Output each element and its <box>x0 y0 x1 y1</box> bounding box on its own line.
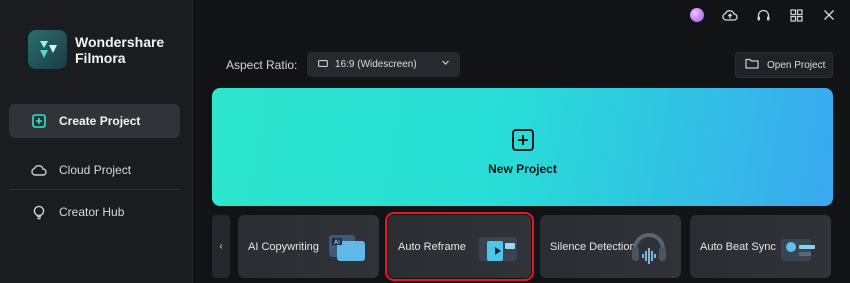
add-square-icon <box>31 113 47 129</box>
topbar <box>686 6 840 24</box>
close-icon[interactable] <box>818 6 840 24</box>
silence-detection-thumbnail-icon <box>625 223 673 271</box>
new-project-button[interactable]: New Project <box>212 88 833 206</box>
feature-card-ai-copywriting[interactable]: AI Copywriting AI <box>238 215 379 278</box>
feature-card-auto-reframe[interactable]: Auto Reframe <box>385 212 534 281</box>
sidebar-item-creator-hub[interactable]: Creator Hub <box>9 195 180 229</box>
feature-card-label: AI Copywriting <box>248 240 319 253</box>
filmora-logo-icon <box>28 30 67 69</box>
brand-line1: Wondershare <box>75 33 165 50</box>
sidebar-item-label: Creator Hub <box>59 205 125 219</box>
folder-icon <box>745 58 759 72</box>
sidebar-divider <box>9 189 180 190</box>
brand: Wondershare Filmora <box>28 30 164 69</box>
auto-beat-sync-thumbnail-icon <box>775 223 823 271</box>
feature-card-silence-detection[interactable]: Silence Detection <box>540 215 681 278</box>
sidebar: Wondershare Filmora Create Project Cloud… <box>0 0 193 283</box>
avatar[interactable] <box>686 6 708 24</box>
sidebar-nav: Create Project Cloud Project Creator Hub <box>9 104 180 229</box>
feature-card-label: Silence Detection <box>550 240 636 253</box>
sidebar-item-label: Cloud Project <box>59 163 132 177</box>
sidebar-item-create-project[interactable]: Create Project <box>9 104 180 138</box>
plus-icon <box>511 128 534 151</box>
cloud-upload-icon[interactable] <box>719 6 741 24</box>
carousel-prev-button[interactable]: ‹ <box>212 215 230 278</box>
sidebar-item-label: Create Project <box>59 114 141 128</box>
open-project-label: Open Project <box>767 59 826 71</box>
sidebar-item-cloud-project[interactable]: Cloud Project <box>9 153 180 187</box>
ai-copywriting-thumbnail-icon: AI <box>323 223 371 271</box>
aspect-ratio-value: 16:9 (Widescreen) <box>335 59 417 70</box>
aspect-ratio-dropdown[interactable]: 16:9 (Widescreen) <box>307 52 460 77</box>
brand-line2: Filmora <box>75 49 126 66</box>
headset-icon[interactable] <box>752 6 774 24</box>
aspect-ratio-label: Aspect Ratio: <box>226 58 298 72</box>
lightbulb-icon <box>31 204 47 220</box>
chevron-down-icon <box>441 58 450 70</box>
cloud-icon <box>31 162 47 178</box>
feature-card-label: Auto Reframe <box>398 240 466 253</box>
grid-icon[interactable] <box>785 6 807 24</box>
new-project-label: New Project <box>488 161 557 176</box>
widescreen-icon <box>318 59 328 70</box>
feature-card-auto-beat-sync[interactable]: Auto Beat Sync <box>690 215 831 278</box>
svg-text:AI: AI <box>334 239 340 246</box>
auto-reframe-thumbnail-icon <box>475 223 523 271</box>
open-project-button[interactable]: Open Project <box>735 52 833 78</box>
feature-card-label: Auto Beat Sync <box>700 240 776 253</box>
